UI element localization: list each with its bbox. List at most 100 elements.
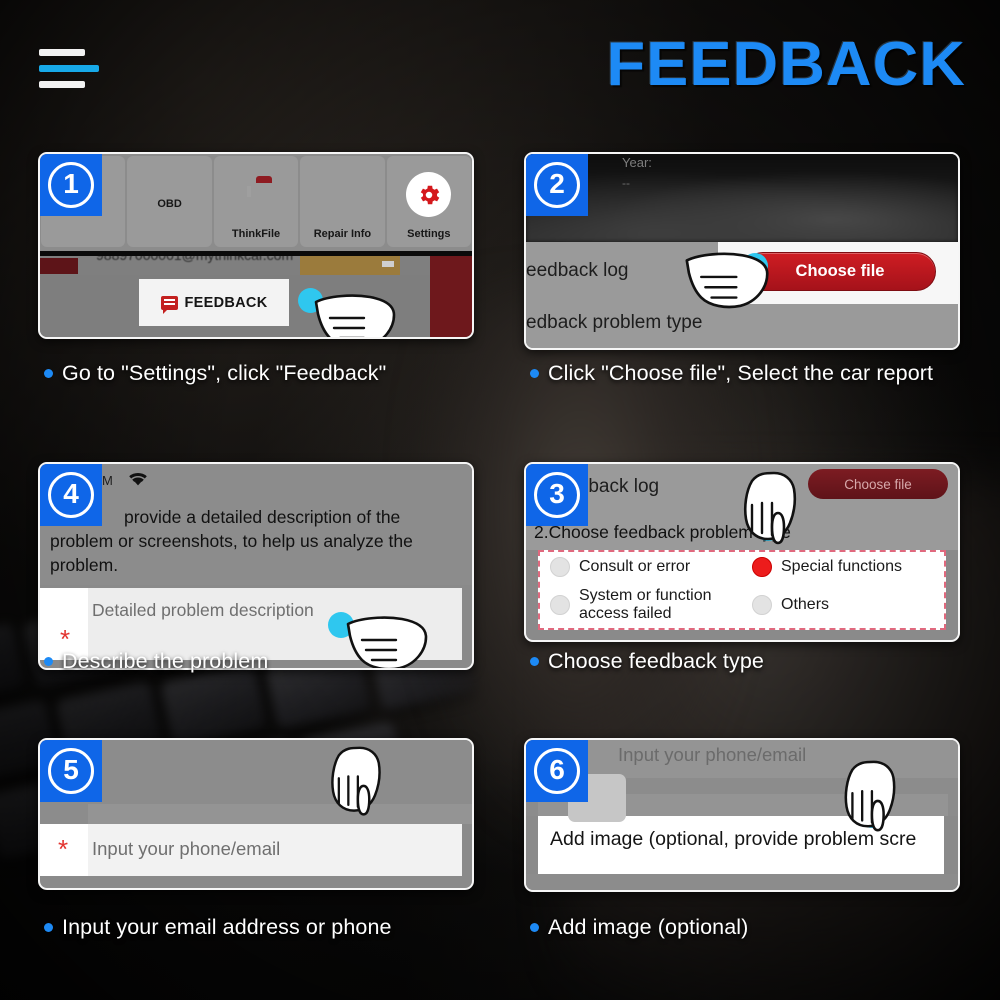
account-email-row: 98897000001@mythinkcar.com <box>40 256 472 275</box>
step-6-caption: Add image (optional) <box>530 912 970 942</box>
form-divider <box>40 804 472 824</box>
phone-email-placeholder: Input your phone/email <box>92 838 281 859</box>
step-2-badge: 2 <box>526 154 588 216</box>
toolbar-tile-repair-info[interactable]: Repair Info <box>300 156 385 247</box>
status-time: M <box>102 473 113 488</box>
form-upper-area <box>40 740 472 816</box>
problem-type-section: 2.Choose feedback problem type <box>526 471 958 550</box>
toolbar-label-repair-info: Repair Info <box>313 228 372 240</box>
bullet-icon <box>44 369 53 378</box>
speech-bubble-icon <box>160 295 178 314</box>
step-5-caption: Input your email address or phone <box>44 912 484 942</box>
bullet-icon <box>530 923 539 932</box>
feedback-log-label: eedback log <box>526 260 629 281</box>
step-card-5: 5 * Input your phone/email Input your em… <box>38 738 474 939</box>
option-system-access-failed[interactable]: System or function access failed <box>540 587 742 623</box>
hamburger-bar-bottom <box>39 81 85 88</box>
radio-icon[interactable] <box>550 595 570 615</box>
gear-icon <box>406 172 452 217</box>
step-4-screenshot: 4 M provide a detailed description of th… <box>38 462 474 670</box>
account-avatar <box>40 258 78 274</box>
step-1-screenshot: 1 OBD ThinkFile Repair Info Settings FEE… <box>38 152 474 339</box>
feedback-log-row: eedback log Choose file <box>526 242 958 309</box>
feedback-type-options: Consult or error Special functions Syste… <box>538 550 946 630</box>
device-status-bar: M <box>40 464 472 500</box>
account-email: 98897000001@mythinkcar.com <box>96 256 293 263</box>
step-2-screenshot: 2 Year: -- eedback log Choose file edbac… <box>524 152 960 350</box>
year-label: Year: <box>622 155 652 170</box>
option-label: Others <box>781 596 830 613</box>
account-banner <box>300 256 400 275</box>
steps-grid: 1 OBD ThinkFile Repair Info Settings FEE… <box>0 0 1000 1000</box>
hamburger-menu-icon[interactable] <box>39 49 99 89</box>
toolbar-tile-thinkfile[interactable]: ThinkFile <box>213 156 299 247</box>
step-3-badge: 3 <box>526 464 588 526</box>
step-card-1: 1 OBD ThinkFile Repair Info Settings FEE… <box>38 152 474 385</box>
page-header: FEEDBACK <box>0 0 1000 130</box>
panel-footer <box>526 874 958 890</box>
choose-file-button[interactable]: Choose file <box>744 252 936 291</box>
step-6-badge: 6 <box>526 740 588 802</box>
toolbar-label-obd: OBD <box>157 198 182 210</box>
feedback-button[interactable]: FEEDBACK <box>139 279 289 326</box>
step-4-badge: 4 <box>40 464 102 526</box>
step-5-screenshot: 5 * Input your phone/email <box>38 738 474 890</box>
bullet-icon <box>44 657 53 666</box>
thinkcar-toolbar: OBD ThinkFile Repair Info Settings <box>40 154 472 251</box>
description-placeholder: Detailed problem description <box>92 600 314 620</box>
feedback-log-row: se feedback log Choose file <box>526 464 958 514</box>
toolbar-label-settings: Settings <box>407 228 451 240</box>
step-3-screenshot: 3 se feedback log Choose file 2.Choose f… <box>524 462 960 642</box>
sidebar-accent <box>430 256 472 337</box>
option-label: Consult or error <box>579 558 691 575</box>
step-4-caption: Describe the problem <box>44 646 484 676</box>
tap-dot-icon <box>754 513 782 541</box>
hamburger-bar-middle <box>39 65 99 72</box>
car-report-photo: Year: -- <box>526 154 958 242</box>
option-others[interactable]: Others <box>742 595 944 615</box>
option-label: Special functions <box>781 558 902 575</box>
step-1-caption: Go to "Settings", click "Feedback" <box>44 358 484 388</box>
page-title: FEEDBACK <box>606 30 966 99</box>
toolbar-label-thinkfile: ThinkFile <box>231 228 281 240</box>
radio-icon[interactable] <box>550 557 570 577</box>
step-2-caption: Click "Choose file", Select the car repo… <box>530 358 970 388</box>
option-consult-or-error[interactable]: Consult or error <box>540 557 742 577</box>
problem-type-label: edback problem type <box>526 312 703 333</box>
step-1-number: 1 <box>48 162 94 208</box>
bullet-icon <box>530 369 539 378</box>
instruction-text: provide a detailed description of the pr… <box>40 500 472 585</box>
required-star: * <box>58 834 69 864</box>
step-6-screenshot: 6 Input your phone/email Add image (opti… <box>524 738 960 892</box>
wifi-icon <box>126 470 150 493</box>
feedback-button-label: FEEDBACK <box>184 294 268 311</box>
step-2-number: 2 <box>534 162 580 208</box>
radio-icon-selected[interactable] <box>752 557 772 577</box>
step-3-caption: Choose feedback type <box>530 646 970 676</box>
tap-dot-icon <box>298 288 323 313</box>
instruction-label: provide a detailed description of the pr… <box>50 507 413 575</box>
add-image-panel: Add image (optional, provide problem scr… <box>538 816 944 874</box>
phone-email-field[interactable]: * Input your phone/email <box>40 824 462 876</box>
tap-dot-icon <box>347 785 371 809</box>
step-card-2: 2 Year: -- eedback log Choose file edbac… <box>524 152 960 385</box>
step-6-number: 6 <box>534 748 580 794</box>
tap-dot-icon <box>328 612 354 638</box>
step-1-badge: 1 <box>40 154 102 216</box>
step-card-6: 6 Input your phone/email Add image (opti… <box>524 738 960 939</box>
engine-photo <box>526 154 958 242</box>
option-special-functions[interactable]: Special functions <box>742 557 944 577</box>
radio-icon[interactable] <box>752 595 772 615</box>
bullet-icon <box>44 923 53 932</box>
option-label: System or function access failed <box>579 587 712 622</box>
toolbar-tile-settings[interactable]: Settings <box>386 156 472 247</box>
bullet-icon <box>530 657 539 666</box>
step-3-number: 3 <box>534 472 580 518</box>
choose-file-button[interactable]: Choose file <box>808 469 948 499</box>
tap-dot-icon <box>859 802 885 828</box>
toolbar-tile-obd[interactable]: OBD <box>127 156 212 247</box>
year-value: -- <box>622 176 630 190</box>
phone-email-placeholder: Input your phone/email <box>618 744 807 765</box>
add-image-label: Add image (optional, provide problem scr… <box>550 828 917 850</box>
step-5-badge: 5 <box>40 740 102 802</box>
